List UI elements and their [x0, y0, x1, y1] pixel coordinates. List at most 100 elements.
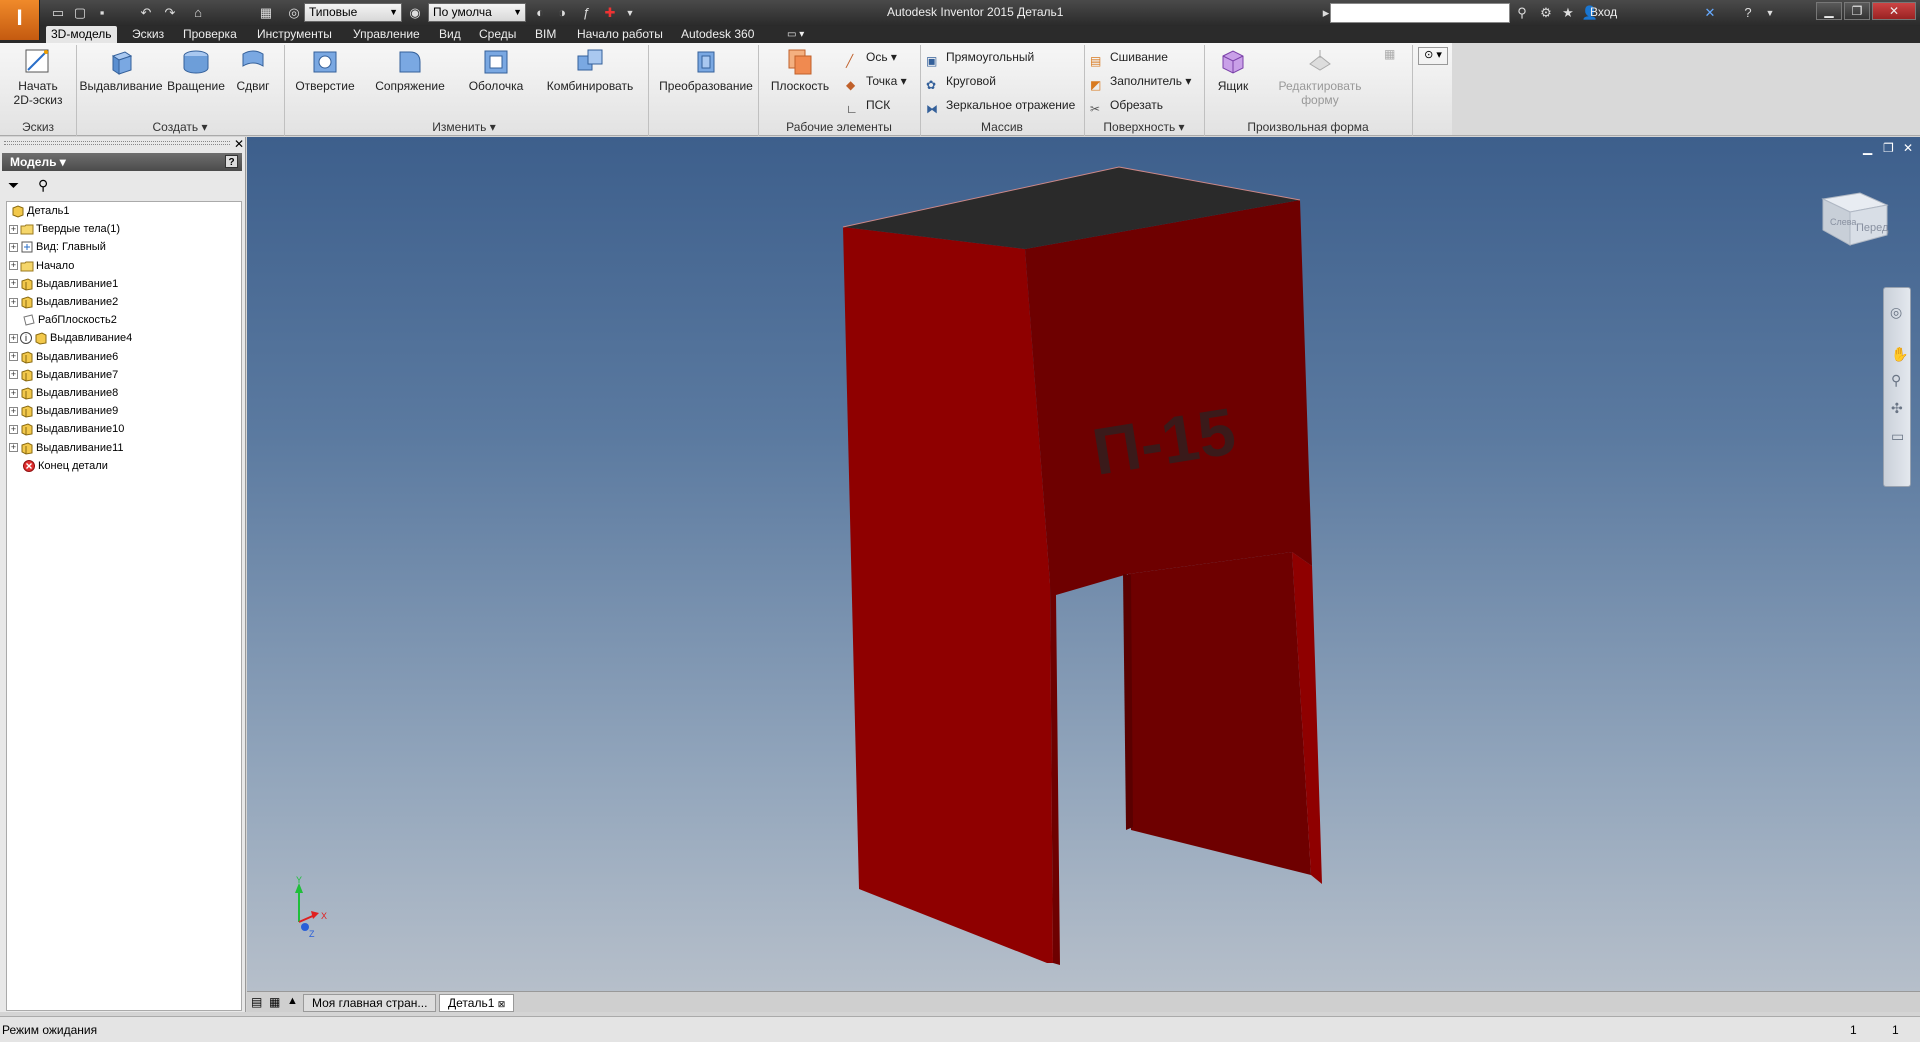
update-icon[interactable]: ▦: [256, 3, 276, 23]
axis-button[interactable]: ╱ Ось ▾: [846, 47, 897, 68]
hole-button[interactable]: Отверстие: [290, 46, 360, 93]
tree-item[interactable]: + Выдавливание7: [9, 366, 118, 384]
browser-header[interactable]: Модель ▾ ?: [2, 153, 242, 171]
tree-expand-icon[interactable]: +: [9, 224, 18, 234]
tab-manage[interactable]: Управление: [348, 26, 425, 43]
redo-icon[interactable]: ↷: [160, 3, 180, 23]
new-file-icon[interactable]: ▭: [48, 3, 68, 23]
help-dropdown-icon[interactable]: ▼: [1760, 3, 1780, 23]
sweep-button[interactable]: Сдвиг: [228, 46, 278, 93]
ucs-button[interactable]: ∟ ПСК: [846, 95, 890, 116]
tab-sketch[interactable]: Эскиз: [127, 26, 169, 43]
material-select[interactable]: По умолча ▼: [428, 3, 526, 22]
viewcube-left-label[interactable]: Слева: [1830, 217, 1856, 227]
select-icon[interactable]: ◎: [284, 3, 304, 23]
tree-item[interactable]: + Вид: Главный: [9, 238, 106, 256]
tab-autodesk-360[interactable]: Autodesk 360: [676, 26, 759, 43]
viewcube[interactable]: Слева Перед: [1821, 192, 1889, 246]
steering-wheel-icon[interactable]: ◎: [1890, 304, 1902, 321]
tree-item[interactable]: + Начало: [9, 257, 74, 275]
extrude-button[interactable]: Выдавливание: [78, 46, 164, 93]
tab-tools[interactable]: Инструменты: [252, 26, 337, 43]
save-icon[interactable]: ▪: [92, 3, 112, 23]
tab-view[interactable]: Вид: [434, 26, 466, 43]
tree-item[interactable]: + Выдавливание2: [9, 293, 118, 311]
trim-button[interactable]: ✂ Обрезать: [1090, 95, 1163, 116]
stitch-button[interactable]: ▤ Сшивание: [1090, 47, 1168, 68]
tree-expand-icon[interactable]: +: [9, 352, 18, 362]
pan-icon[interactable]: ✋: [1891, 346, 1908, 363]
fillet-button[interactable]: Сопряжение: [368, 46, 452, 93]
tree-item[interactable]: + Выдавливание9: [9, 402, 118, 420]
tab-get-started[interactable]: Начало работы: [572, 26, 668, 43]
doctab-my-home[interactable]: Моя главная стран...: [303, 994, 437, 1012]
favorites-star-icon[interactable]: ★: [1558, 3, 1578, 23]
tab-inspect[interactable]: Проверка: [178, 26, 242, 43]
viewcube-front-label[interactable]: Перед: [1856, 222, 1889, 234]
browser-close-icon[interactable]: ✕: [234, 137, 244, 151]
tile-windows-icon[interactable]: ▤: [251, 995, 262, 1009]
tree-item[interactable]: РабПлоскость2: [9, 311, 117, 329]
doctab-part1[interactable]: Деталь1 ⊠: [439, 994, 515, 1012]
tree-item[interactable]: + Выдавливание1: [9, 275, 118, 293]
sign-in-link[interactable]: Вход: [1590, 5, 1617, 19]
ribbon-options-icon[interactable]: ⊙ ▾: [1418, 47, 1448, 65]
tree-expand-icon[interactable]: +: [9, 279, 18, 289]
document-list-icon[interactable]: ▲: [287, 995, 298, 1007]
combine-button[interactable]: Комбинировать: [540, 46, 640, 93]
tree-item[interactable]: Конец детали: [9, 457, 108, 475]
panel-label-surface[interactable]: Поверхность ▾: [1084, 119, 1204, 135]
tree-item[interactable]: + Выдавливание10: [9, 420, 124, 438]
tree-item[interactable]: + Выдавливание11: [9, 439, 124, 457]
exchange-apps-icon[interactable]: ✕: [1700, 3, 1720, 23]
home-icon[interactable]: ⌂: [188, 3, 208, 23]
subscription-icon[interactable]: ⚙: [1536, 3, 1556, 23]
tree-item[interactable]: + Выдавливание6: [9, 348, 118, 366]
open-file-icon[interactable]: ▢: [70, 3, 90, 23]
tree-expand-icon[interactable]: +: [9, 388, 18, 398]
panel-label-modify[interactable]: Изменить ▾: [284, 119, 644, 135]
tree-expand-icon[interactable]: +: [9, 424, 18, 434]
tree-item[interactable]: Деталь1: [9, 202, 70, 220]
circular-pattern-button[interactable]: ✿ Круговой: [926, 71, 996, 92]
look-at-icon[interactable]: ▭: [1891, 428, 1904, 445]
color-wheel-icon[interactable]: ◉: [405, 3, 425, 23]
zoom-icon[interactable]: ⚲: [1891, 372, 1901, 389]
help-search-input[interactable]: [1330, 3, 1510, 23]
tab-bim[interactable]: BIM: [530, 26, 561, 43]
binoculars-icon[interactable]: ⚲: [1512, 3, 1532, 23]
patch-button[interactable]: ◩ Заполнитель ▾: [1090, 71, 1191, 92]
start-2d-sketch-button[interactable]: Начать 2D-эскиз: [8, 46, 68, 107]
rectangular-pattern-button[interactable]: ▣ Прямоугольный: [926, 47, 1034, 68]
point-button[interactable]: ◆ Точка ▾: [846, 71, 907, 92]
parameters-icon[interactable]: ƒ: [576, 3, 596, 23]
help-icon[interactable]: ?: [1738, 3, 1758, 23]
tree-expand-icon[interactable]: +: [9, 261, 18, 271]
tab-3d-model[interactable]: 3D-модель: [46, 26, 117, 43]
panel-label-create[interactable]: Создать ▾: [76, 119, 284, 135]
close-button[interactable]: ✕: [1872, 2, 1916, 20]
undo-icon[interactable]: ↶: [136, 3, 156, 23]
appearance-clear-icon[interactable]: ◑: [552, 3, 572, 23]
filter-icon[interactable]: ⏷: [8, 177, 19, 194]
mirror-button[interactable]: ⧓ Зеркальное отражение: [926, 95, 1075, 116]
tree-expand-icon[interactable]: +: [9, 333, 18, 343]
application-menu-button[interactable]: I: [0, 0, 40, 40]
add-icon[interactable]: ✚: [600, 3, 620, 23]
tree-item[interactable]: + Выдавливание8: [9, 384, 118, 402]
convert-icon[interactable]: ▦: [1384, 47, 1395, 61]
tab-environments[interactable]: Среды: [474, 26, 521, 43]
measure-icon[interactable]: ◐: [530, 3, 550, 23]
minimize-button[interactable]: ▁: [1816, 2, 1842, 20]
ribbon-display-toggle-icon[interactable]: ▭ ▾: [782, 26, 809, 43]
appearance-select[interactable]: Типовые ▼: [304, 3, 402, 22]
tree-expand-icon[interactable]: +: [9, 242, 18, 252]
transform-button[interactable]: Преобразование: [656, 46, 756, 93]
tree-expand-icon[interactable]: +: [9, 297, 18, 307]
plane-button[interactable]: Плоскость: [764, 46, 836, 93]
tree-expand-icon[interactable]: +: [9, 370, 18, 380]
cascade-windows-icon[interactable]: ▦: [269, 995, 280, 1009]
tree-expand-icon[interactable]: +: [9, 443, 18, 453]
shell-button[interactable]: Оболочка: [460, 46, 532, 93]
customize-dropdown-icon[interactable]: ▼: [620, 3, 640, 23]
